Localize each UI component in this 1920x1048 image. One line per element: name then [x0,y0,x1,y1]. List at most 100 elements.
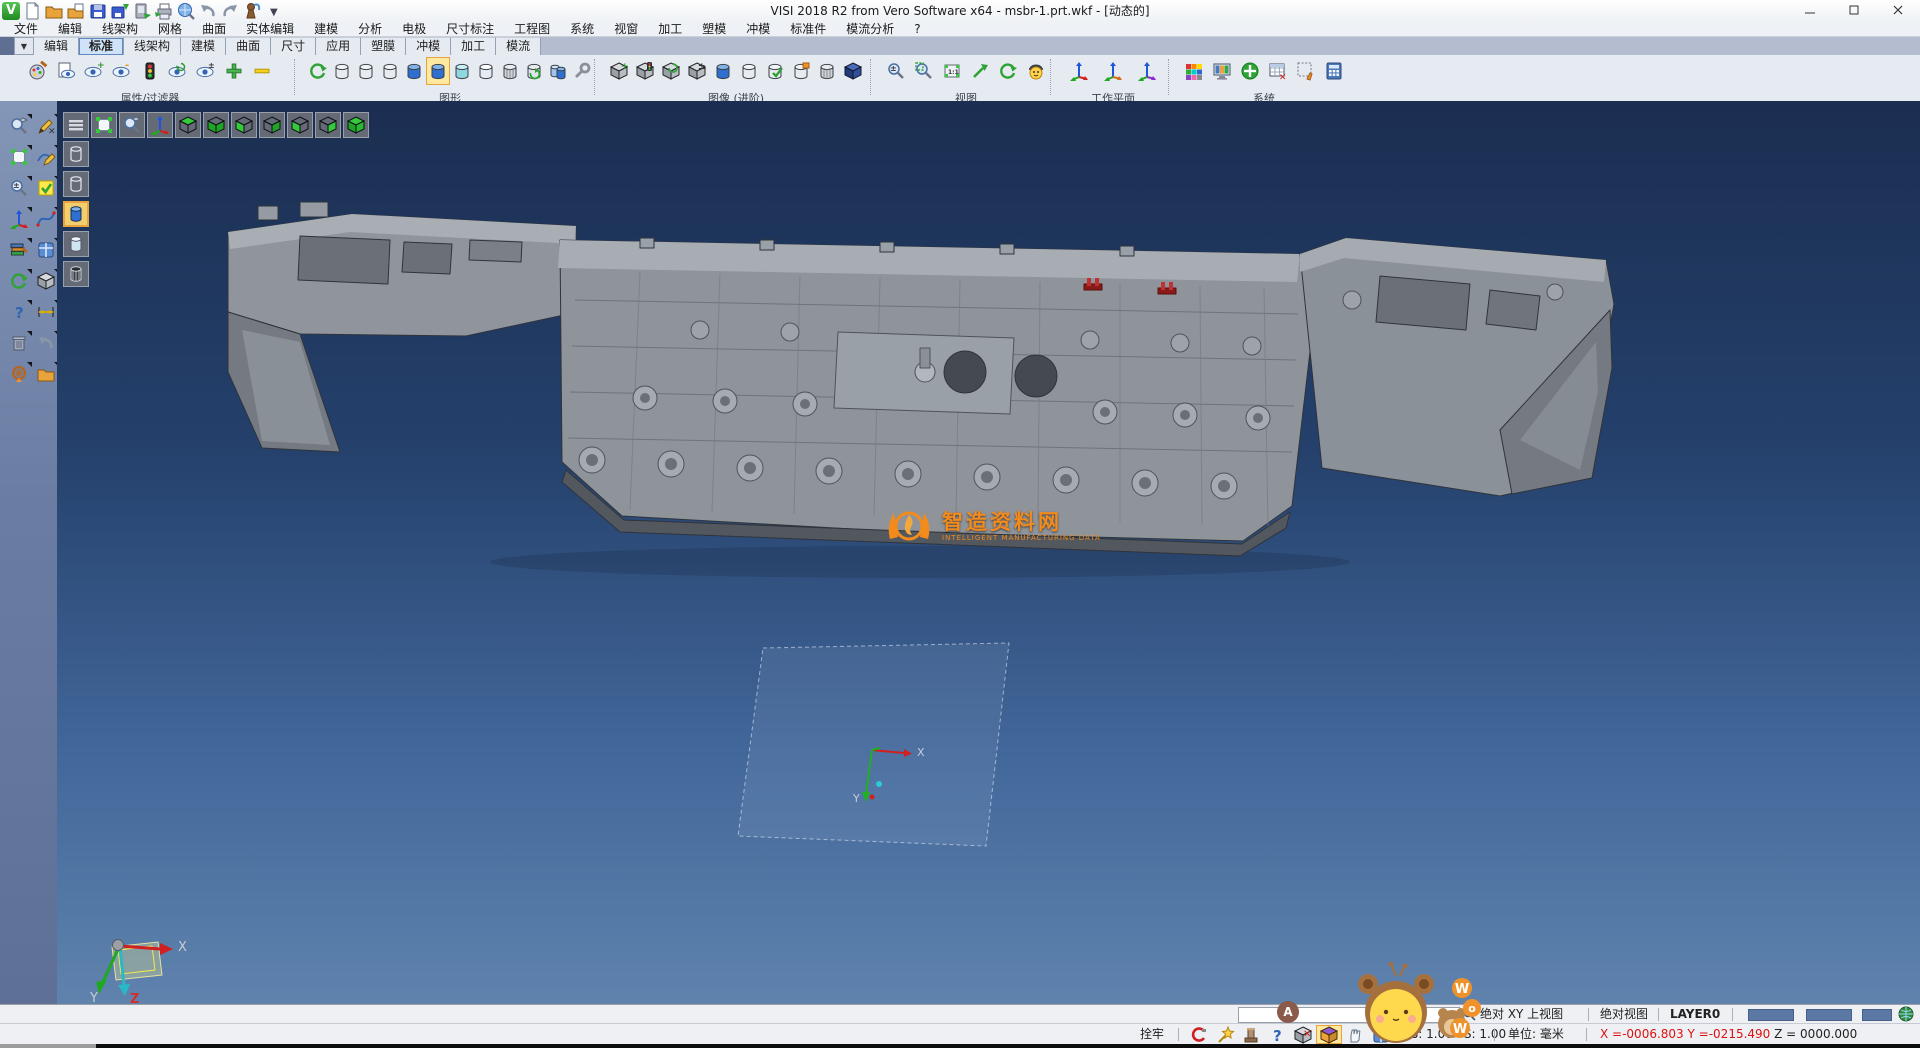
view-back-button[interactable] [259,112,285,138]
search-input[interactable] [1238,1007,1460,1023]
disable-solid-button[interactable]: ✕ [1290,1025,1316,1044]
absolute-view-label[interactable]: 绝对视图 [1600,1005,1648,1024]
shade-striped-button[interactable] [736,57,762,85]
view-front-button[interactable] [231,112,257,138]
tab-模流[interactable]: 模流 [496,37,541,55]
selection-wand-button[interactable] [1212,1025,1238,1044]
tab-冲模[interactable]: 冲模 [406,37,451,55]
context-help-button[interactable]: ? [1264,1025,1290,1044]
tab-编辑[interactable]: 编辑 [34,37,79,55]
copy-graphics-button[interactable] [546,57,570,85]
grid-toggle-button[interactable] [1368,1025,1394,1044]
view-top-button[interactable] [175,112,201,138]
view-direction-button[interactable] [966,57,994,85]
shade-add-button[interactable]: + [606,57,632,85]
wireframe-cylinder-2-button[interactable] [354,57,378,85]
view-fit-button[interactable] [91,112,117,138]
workplane-axis-button[interactable] [6,206,32,232]
system-tools-button[interactable] [1236,57,1264,85]
workplane-origin-button[interactable] [1062,57,1096,85]
menu-item-2[interactable]: 线架构 [92,22,148,37]
filter-traffic-button[interactable] [136,57,164,85]
close-button[interactable] [1876,0,1920,21]
display-settings-button[interactable] [1208,57,1236,85]
search-icon[interactable] [1463,1008,1476,1024]
shade-cube-button[interactable] [840,57,866,85]
view-shading-button[interactable] [1022,57,1050,85]
graphics-tools-button[interactable] [570,57,594,85]
menu-item-12[interactable]: 视窗 [604,22,648,37]
menu-item-3[interactable]: 网格 [148,22,192,37]
tab-线架构[interactable]: 线架构 [124,37,181,55]
view-iso-button[interactable] [343,112,369,138]
snap-settings-button[interactable] [1292,57,1320,85]
workplane-move-button[interactable] [1130,57,1164,85]
render-wireframe-button[interactable] [63,141,89,167]
visibility-remove-button[interactable] [248,57,276,85]
shade-mesh-button[interactable] [814,57,840,85]
shaded-cylinder-selected-button[interactable] [426,57,450,85]
layer-properties-button[interactable] [6,237,32,263]
view-right-button[interactable] [315,112,341,138]
shaded-cylinder-button[interactable] [402,57,426,85]
calculator-button[interactable] [1320,57,1348,85]
wireframe-cylinder-1-button[interactable] [330,57,354,85]
fit-view-button[interactable] [6,144,32,170]
workplane-indicator-button[interactable] [1316,1025,1342,1044]
solid-cube-button[interactable] [33,268,59,294]
visibility-add-button[interactable] [220,57,248,85]
workplane-align-button[interactable] [1096,57,1130,85]
zoom-in-out-button[interactable]: ± [882,57,910,85]
shade-refresh-button[interactable] [658,57,684,85]
menu-item-13[interactable]: 加工 [648,22,692,37]
render-shaded-edges-button[interactable] [63,231,89,257]
erase-edit-button[interactable]: ✕ [33,113,59,139]
wireframe-cylinder-3-button[interactable] [378,57,402,85]
menu-item-11[interactable]: 系统 [560,22,604,37]
confirm-checkbox-button[interactable] [33,175,59,201]
flat-cylinder-button[interactable] [474,57,498,85]
curve-edit-button[interactable] [33,206,59,232]
table-settings-button[interactable]: ✕ [1264,57,1292,85]
tab-建模[interactable]: 建模 [181,37,226,55]
menu-item-9[interactable]: 尺寸标注 [436,22,504,37]
filter-plus-minus-button[interactable]: ± [192,57,220,85]
recycle-graphics-button[interactable] [522,57,546,85]
pick-glove-button[interactable] [1342,1025,1368,1044]
tab-加工[interactable]: 加工 [451,37,496,55]
menu-item-17[interactable]: 模流分析 [836,22,904,37]
menu-item-4[interactable]: 曲面 [192,22,236,37]
3d-viewport[interactable]: X Y X Y Z [57,101,1920,1004]
tab-曲面[interactable]: 曲面 [226,37,271,55]
menu-item-15[interactable]: 冲模 [736,22,780,37]
shade-verify-button[interactable] [762,57,788,85]
menu-item-6[interactable]: 建模 [304,22,348,37]
delete-graphics-button[interactable] [498,57,522,85]
menu-item-18[interactable]: ? [904,22,930,37]
tab-dropdown-button[interactable]: ▼ [14,37,34,55]
attribute-stamp-button[interactable] [1238,1025,1264,1044]
shade-solid-button[interactable] [710,57,736,85]
translucent-cylinder-button[interactable] [450,57,474,85]
delete-button[interactable] [6,330,32,356]
shade-plus-minus-button[interactable]: ± [684,57,710,85]
view-zoom-selected-button[interactable] [119,112,145,138]
shade-flag-button[interactable] [788,57,814,85]
menu-item-8[interactable]: 电极 [392,22,436,37]
export-file-button[interactable] [33,361,59,387]
menu-item-16[interactable]: 标准件 [780,22,836,37]
render-wireframe-hidden-button[interactable] [63,171,89,197]
menu-item-14[interactable]: 塑模 [692,22,736,37]
lock-clamp-button[interactable] [1186,1025,1212,1044]
undo-left-button[interactable] [33,330,59,356]
view-list-button[interactable] [63,112,89,138]
tab-应用[interactable]: 应用 [316,37,361,55]
view-mode-label[interactable]: 绝对 XY 上视图 [1480,1005,1563,1024]
color-palette-button[interactable] [1180,57,1208,85]
units-label[interactable]: 单位: 毫米 [1508,1024,1564,1045]
active-layer-label[interactable]: LAYER0 [1670,1005,1720,1024]
tab-尺寸[interactable]: 尺寸 [271,37,316,55]
menu-item-7[interactable]: 分析 [348,22,392,37]
menu-item-10[interactable]: 工程图 [504,22,560,37]
sketch-edit-button[interactable] [33,144,59,170]
